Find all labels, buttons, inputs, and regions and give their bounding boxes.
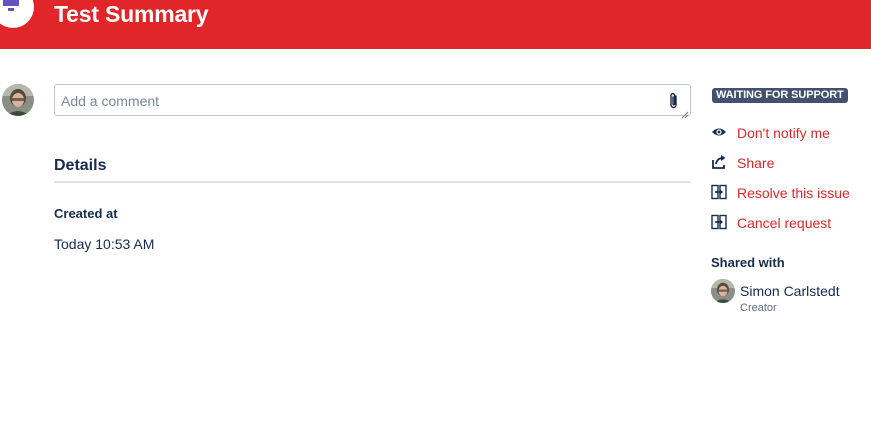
shared-user-name[interactable]: Simon Carlstedt [740, 283, 840, 299]
transition-icon [711, 214, 727, 230]
created-at-label: Created at [54, 206, 118, 221]
page-title: Test Summary [54, 1, 209, 27]
details-divider [54, 181, 691, 183]
cancel-request-label: Cancel request [737, 215, 832, 231]
share-icon [711, 154, 727, 170]
created-at-value: Today 10:53 AM [54, 236, 155, 252]
resolve-issue-link[interactable]: Resolve this issue [711, 183, 871, 203]
eye-icon [711, 124, 727, 140]
comment-input[interactable]: Add a comment [54, 84, 691, 119]
share-link[interactable]: Share [711, 153, 871, 173]
share-label: Share [737, 155, 775, 171]
dont-notify-link[interactable]: Don't notify me [711, 123, 871, 143]
shared-user-role: Creator [740, 302, 777, 314]
user-avatar[interactable] [2, 84, 34, 116]
details-heading: Details [54, 157, 107, 174]
shared-user-avatar[interactable] [711, 279, 735, 303]
paperclip-icon[interactable] [668, 92, 680, 110]
page-header: Test Summary [0, 0, 871, 49]
dont-notify-label: Don't notify me [737, 125, 830, 141]
resolve-issue-label: Resolve this issue [737, 185, 850, 201]
comment-placeholder: Add a comment [61, 93, 160, 109]
cancel-request-link[interactable]: Cancel request [711, 213, 871, 233]
resize-grip-icon[interactable] [681, 106, 689, 119]
request-type-icon [0, 0, 34, 28]
shared-with-heading: Shared with [711, 255, 785, 270]
transition-icon [711, 184, 727, 200]
status-badge: WAITING FOR SUPPORT [712, 88, 848, 103]
